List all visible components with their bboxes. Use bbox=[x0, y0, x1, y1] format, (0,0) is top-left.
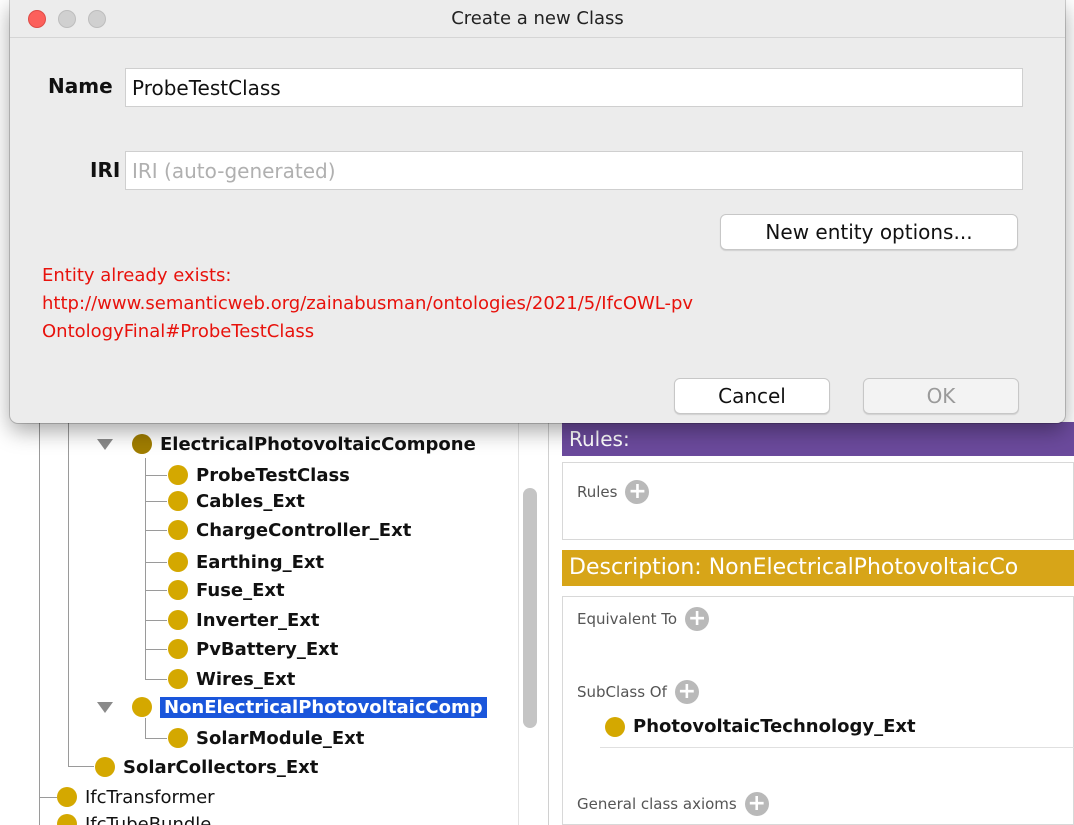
class-icon bbox=[168, 465, 188, 485]
error-line: Entity already exists: bbox=[42, 265, 232, 286]
class-icon bbox=[605, 716, 625, 737]
name-input[interactable] bbox=[125, 68, 1023, 107]
tree-guide-line bbox=[145, 590, 167, 591]
class-icon bbox=[57, 814, 77, 825]
tree-guide-line bbox=[39, 420, 40, 825]
tree-item-electrical-pv-component[interactable]: ElectricalPhotovoltaicCompone bbox=[132, 431, 476, 457]
close-window-icon[interactable] bbox=[28, 10, 46, 28]
tree-item-label: Fuse_Ext bbox=[196, 579, 285, 601]
expand-triangle-icon[interactable] bbox=[97, 702, 113, 713]
class-icon bbox=[132, 697, 152, 717]
tree-item-earthing[interactable]: Earthing_Ext bbox=[168, 549, 324, 575]
subclass-of-item[interactable]: PhotovoltaicTechnology_Ext bbox=[605, 716, 916, 737]
class-icon bbox=[168, 520, 188, 540]
equivalent-to-row: Equivalent To + bbox=[577, 607, 710, 631]
rules-frame-label: Rules + bbox=[577, 480, 650, 504]
dialog-title: Create a new Class bbox=[451, 8, 624, 29]
error-line: http://www.semanticweb.org/zainabusman/o… bbox=[42, 293, 694, 314]
tree-item-label: SolarModule_Ext bbox=[196, 727, 365, 749]
new-entity-options-button[interactable]: New entity options... bbox=[720, 214, 1018, 250]
tree-item-solarmodule[interactable]: SolarModule_Ext bbox=[168, 725, 364, 751]
tree-guide-line bbox=[145, 501, 167, 502]
equivalent-to-label: Equivalent To bbox=[577, 610, 678, 628]
zoom-window-icon bbox=[88, 10, 106, 28]
tree-item-chargecontroller[interactable]: ChargeController_Ext bbox=[168, 517, 411, 543]
tree-guide-line bbox=[145, 718, 146, 738]
tree-guide-line bbox=[68, 766, 94, 767]
general-axioms-label: General class axioms bbox=[577, 795, 737, 813]
minimize-window-icon bbox=[58, 10, 76, 28]
tree-guide-line bbox=[145, 738, 167, 739]
tree-item-label: Earthing_Ext bbox=[196, 551, 325, 573]
tree-item-nonelectrical-pv-component[interactable]: NonElectricalPhotovoltaicComp bbox=[132, 694, 487, 720]
tree-guide-line bbox=[145, 458, 146, 680]
dialog-titlebar: Create a new Class bbox=[10, 0, 1065, 38]
tree-item-solarcollectors[interactable]: SolarCollectors_Ext bbox=[95, 754, 318, 780]
tree-guide-line bbox=[145, 679, 167, 680]
tree-item-label: Cables_Ext bbox=[196, 490, 305, 512]
hierarchy-scrollbar[interactable] bbox=[523, 488, 537, 728]
tree-guide-line bbox=[145, 649, 167, 650]
expand-triangle-icon[interactable] bbox=[97, 439, 113, 450]
general-axioms-row: General class axioms + bbox=[577, 792, 769, 816]
class-icon bbox=[168, 491, 188, 511]
tree-item-probetestclass[interactable]: ProbeTestClass bbox=[168, 462, 350, 488]
tree-item-cables[interactable]: Cables_Ext bbox=[168, 488, 305, 514]
subclass-of-item-label: PhotovoltaicTechnology_Ext bbox=[633, 716, 916, 737]
error-line: OntologyFinal#ProbeTestClass bbox=[42, 321, 315, 342]
tree-item-ifctransformer[interactable]: IfcTransformer bbox=[57, 784, 215, 810]
iri-input[interactable] bbox=[125, 151, 1023, 190]
tree-guide-line bbox=[145, 475, 167, 476]
class-icon bbox=[57, 787, 77, 807]
tree-guide-line bbox=[145, 620, 167, 621]
cancel-button[interactable]: Cancel bbox=[674, 378, 830, 414]
ok-button[interactable]: OK bbox=[863, 378, 1019, 414]
tree-item-label: ChargeController_Ext bbox=[196, 519, 412, 541]
create-class-dialog: Create a new Class Name IRI New entity o… bbox=[10, 0, 1065, 423]
name-label: Name bbox=[48, 74, 113, 98]
tree-item-label: ElectricalPhotovoltaicCompone bbox=[160, 433, 476, 455]
tree-item-fuse[interactable]: Fuse_Ext bbox=[168, 577, 285, 603]
class-icon bbox=[168, 728, 188, 748]
class-icon bbox=[168, 552, 188, 572]
description-section-header: Description: NonElectricalPhotovoltaicCo bbox=[562, 550, 1074, 586]
tree-guide-line bbox=[68, 420, 69, 766]
add-equivalent-icon[interactable]: + bbox=[685, 607, 710, 631]
tree-item-label: Wires_Ext bbox=[196, 668, 296, 690]
tree-item-label: NonElectricalPhotovoltaicComp bbox=[160, 696, 487, 718]
subclass-of-label: SubClass Of bbox=[577, 683, 667, 701]
entity-exists-error: Entity already exists: http://www.semant… bbox=[42, 262, 693, 346]
add-rule-icon[interactable]: + bbox=[625, 480, 650, 504]
tree-item-wires[interactable]: Wires_Ext bbox=[168, 666, 295, 692]
tree-item-label: SolarCollectors_Ext bbox=[123, 756, 319, 778]
tree-item-label: IfcTubeBundle bbox=[85, 813, 212, 825]
rules-section-header: Rules: bbox=[562, 422, 1074, 456]
add-general-axiom-icon[interactable]: + bbox=[744, 792, 769, 816]
frame-divider bbox=[600, 747, 1074, 748]
subclass-of-row: SubClass Of + bbox=[577, 680, 699, 704]
tree-guide-line bbox=[145, 562, 167, 563]
iri-label: IRI bbox=[90, 158, 121, 182]
add-superclass-icon[interactable]: + bbox=[674, 680, 699, 704]
tree-item-label: ProbeTestClass bbox=[196, 464, 350, 486]
tree-item-pvbattery[interactable]: PvBattery_Ext bbox=[168, 636, 338, 662]
class-icon bbox=[168, 639, 188, 659]
tree-item-label: Inverter_Ext bbox=[196, 609, 320, 631]
tree-item-label: PvBattery_Ext bbox=[196, 638, 339, 660]
class-icon bbox=[95, 757, 115, 777]
tree-item-ifctubebundle[interactable]: IfcTubeBundle bbox=[57, 811, 211, 825]
tree-guide-line bbox=[39, 797, 57, 798]
class-icon bbox=[132, 434, 152, 454]
rules-label: Rules bbox=[577, 483, 618, 501]
class-icon bbox=[168, 580, 188, 600]
class-icon bbox=[168, 669, 188, 689]
tree-item-inverter[interactable]: Inverter_Ext bbox=[168, 607, 320, 633]
tree-guide-line bbox=[145, 530, 167, 531]
class-icon bbox=[168, 610, 188, 630]
tree-item-label: IfcTransformer bbox=[85, 786, 215, 808]
